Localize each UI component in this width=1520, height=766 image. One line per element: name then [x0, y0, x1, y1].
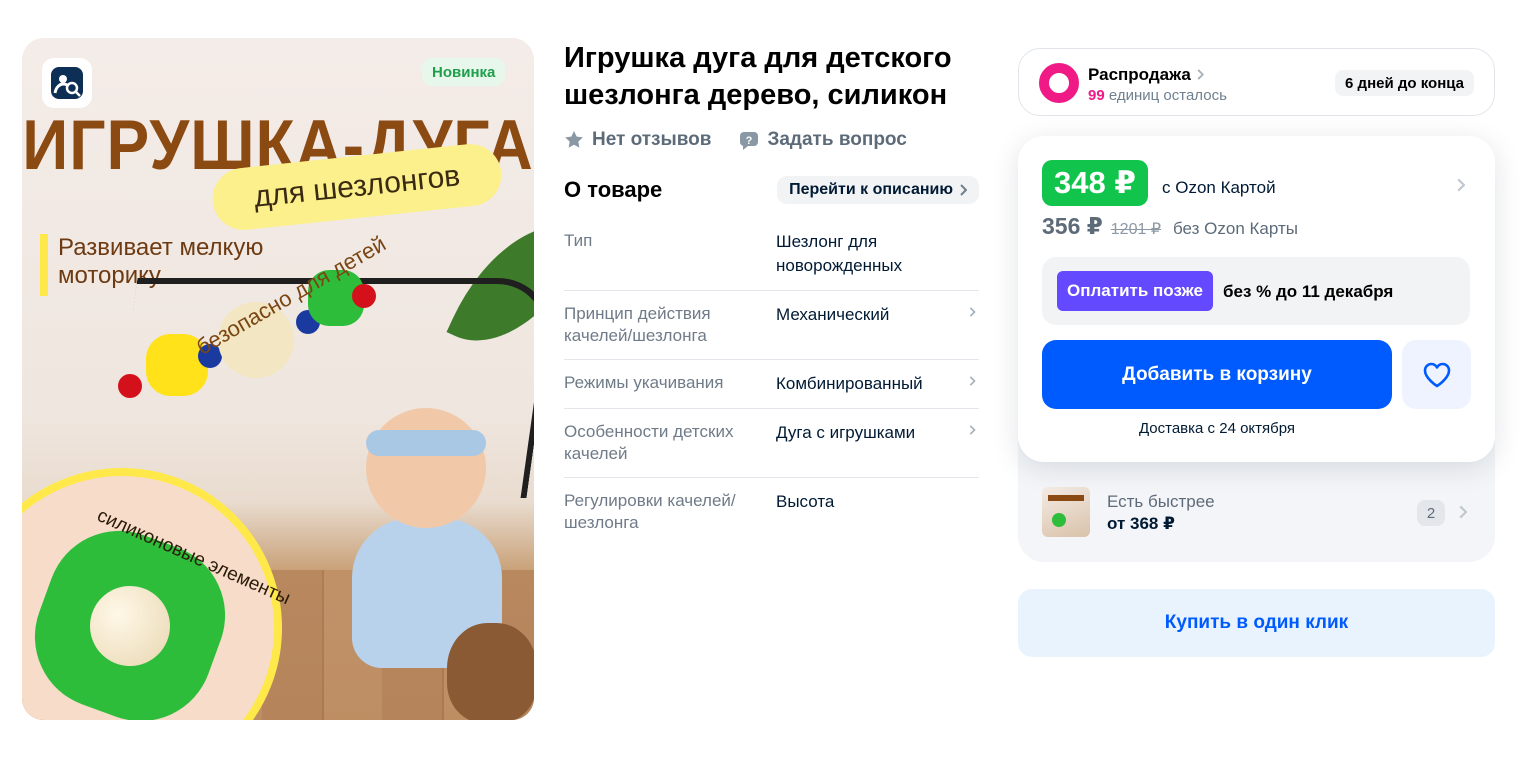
characteristic-value: Механический	[776, 305, 890, 324]
chevron-right-icon[interactable]	[1456, 178, 1465, 192]
faster-offer-count: 2	[1417, 500, 1445, 526]
characteristic-row: Регулировки качелей/ шезлонга Высота	[564, 478, 979, 546]
characteristic-key: Принцип действия качелей/шезлонга	[564, 304, 711, 345]
characteristic-key: Регулировки качелей/ шезлонга	[564, 491, 736, 532]
regular-price: 356 ₽	[1042, 213, 1103, 239]
pay-later-text: без % до 11 декабря	[1223, 282, 1394, 301]
old-price: 1201 ₽	[1110, 221, 1161, 238]
image-bead-red	[118, 374, 142, 398]
product-meta: Нет отзывов ? Задать вопрос	[564, 129, 907, 151]
buy-one-click-button[interactable]: Купить в один клик	[1018, 589, 1495, 657]
ozon-card-price[interactable]: 348 ₽	[1042, 160, 1148, 206]
question-icon: ?	[740, 132, 759, 150]
star-icon	[565, 131, 583, 148]
delivery-date: Доставка с 24 октября	[1138, 420, 1296, 437]
heart-icon	[1423, 362, 1450, 387]
sale-ring-icon	[1039, 63, 1079, 103]
characteristic-value: Высота	[776, 492, 835, 511]
characteristic-value: Дуга с игрушками	[776, 423, 916, 442]
regular-price-row: 356 ₽ 1201 ₽ без Ozon Карты	[1042, 213, 1298, 240]
image-bead-red-2	[352, 284, 376, 308]
chevron-right-icon	[960, 184, 967, 196]
goto-description-button[interactable]: Перейти к описанию	[777, 176, 979, 204]
characteristic-row: Тип Шезлонг для новорожденных	[564, 218, 979, 291]
image-closeup-circle	[22, 468, 282, 720]
chevron-right-icon	[969, 376, 976, 386]
sale-units-count: 99	[1088, 87, 1105, 104]
faster-offer-price: от 368 ₽	[1107, 514, 1175, 533]
sale-name: Распродажа	[1088, 65, 1204, 85]
characteristic-key: Тип	[564, 231, 593, 250]
characteristic-row[interactable]: Режимы укачивания Комбинированный	[564, 360, 979, 409]
characteristic-value: Шезлонг для новорожденных	[776, 232, 903, 275]
image-search-icon	[51, 67, 83, 99]
ozon-card-label: с Ozon Картой	[1162, 178, 1276, 197]
image-search-button[interactable]	[42, 58, 92, 108]
sale-ends-badge: 6 дней до конца	[1335, 70, 1474, 96]
goto-description-label: Перейти к описанию	[789, 181, 953, 198]
faster-offer-label: Есть быстрее	[1107, 492, 1215, 511]
product-title: Игрушка дуга для детского шезлонга дерев…	[564, 42, 952, 111]
ask-question-link[interactable]: Задать вопрос	[767, 129, 906, 151]
chevron-right-icon	[969, 425, 976, 435]
reviews-link[interactable]: Нет отзывов	[592, 129, 711, 151]
characteristic-row[interactable]: Принцип действия качелей/шезлонга Механи…	[564, 291, 979, 360]
sale-units-left: 99 единиц осталось	[1088, 87, 1227, 104]
faster-offer-thumbnail	[1042, 487, 1090, 537]
chevron-right-icon	[969, 307, 976, 317]
product-image[interactable]: ИГРУШКА-ДУГА для шезлонгов Развивает мел…	[22, 38, 534, 720]
pay-later-block: Оплатить позже без % до 11 декабря	[1042, 257, 1470, 325]
chevron-right-icon	[1459, 505, 1467, 519]
chevron-right-icon	[1197, 69, 1204, 80]
characteristics-list: Тип Шезлонг для новорожденных Принцип де…	[564, 218, 979, 546]
pay-later-button[interactable]: Оплатить позже	[1057, 271, 1213, 311]
image-benefit-bar	[40, 234, 48, 296]
favorite-button[interactable]	[1402, 340, 1471, 409]
sale-banner[interactable]: Распродажа 99 единиц осталось 6 дней до …	[1018, 48, 1495, 116]
about-title: О товаре	[564, 177, 663, 202]
characteristic-row[interactable]: Особенности детских качелей Дуга с игруш…	[564, 409, 979, 478]
svg-text:?: ?	[746, 135, 753, 147]
characteristic-value: Комбинированный	[776, 374, 923, 393]
regular-price-label: без Ozon Карты	[1173, 219, 1298, 238]
add-to-cart-button[interactable]: Добавить в корзину	[1042, 340, 1392, 409]
price-card: 348 ₽ с Ozon Картой 356 ₽ 1201 ₽ без Ozo…	[1018, 136, 1495, 462]
characteristic-key: Режимы укачивания	[564, 373, 724, 392]
new-badge: Новинка	[422, 58, 506, 86]
characteristic-key: Особенности детских качелей	[564, 422, 734, 463]
image-bear	[447, 623, 534, 720]
about-section: О товаре Перейти к описанию Тип Шезлонг …	[564, 176, 979, 546]
